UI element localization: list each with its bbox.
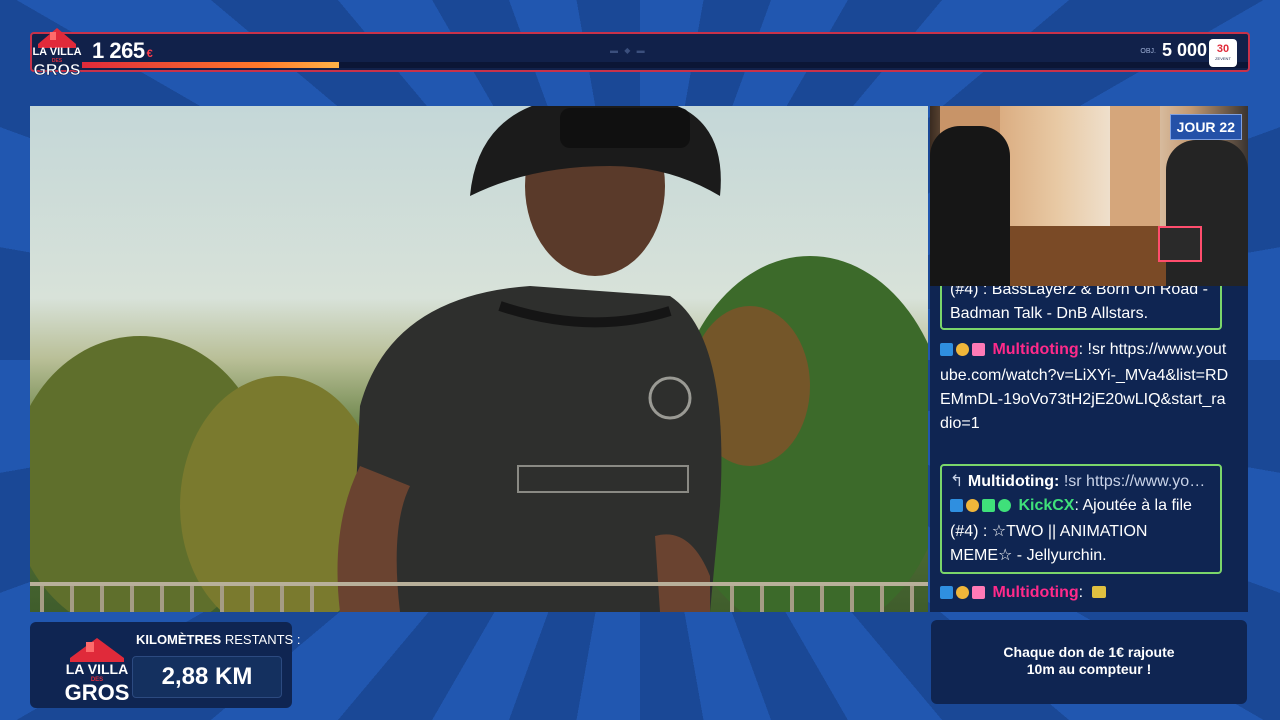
donation-info-panel: Chaque don de 1€ rajoute 10m au compteur… xyxy=(931,620,1247,704)
km-logo-line1: LA VILLA xyxy=(66,661,128,677)
badge-gift-icon xyxy=(972,343,985,356)
chat-message: Multidoting: !sr https://www.youtube.com… xyxy=(940,338,1230,436)
goal-value: 5 000 xyxy=(1161,40,1207,60)
badge-sub: ZEVENT xyxy=(1215,56,1231,61)
chat-separator: : xyxy=(1074,497,1079,514)
webcam-feed: JOUR 22 xyxy=(930,106,1248,286)
badge-gift-icon xyxy=(972,586,985,599)
amount-raised-currency: € xyxy=(146,48,153,60)
chat-message: KickCX: Ajoutée à la file (#4) : ☆TWO ||… xyxy=(950,494,1212,568)
top-logo-line3: GROS xyxy=(33,62,80,79)
amount-raised: 1 265 € xyxy=(92,38,153,64)
kilometers-label-bold: KILOMÈTRES xyxy=(136,632,222,647)
user-badges xyxy=(950,496,1014,520)
launchpad-device xyxy=(1158,226,1202,262)
amount-raised-value: 1 265 xyxy=(92,38,145,63)
badge-coin-icon xyxy=(966,499,979,512)
badge-coin-icon xyxy=(956,586,969,599)
kilometers-label: KILOMÈTRES RESTANTS : xyxy=(136,632,300,647)
donation-progress-bar xyxy=(82,62,1248,68)
person-silhouette-left xyxy=(930,126,1010,286)
donation-goal: OBJ.5 000€ xyxy=(1140,40,1214,61)
info-line-1: Chaque don de 1€ rajoute xyxy=(1003,644,1175,660)
main-video-feed xyxy=(30,106,928,612)
badge-arrow-icon xyxy=(940,343,953,356)
top-logo-line1: LA VILLA xyxy=(32,46,81,58)
chat-highlight-message-2: ↰ Multidoting: !sr https://www.yo… KickC… xyxy=(940,464,1222,574)
info-line-2: 10m au compteur ! xyxy=(1026,661,1152,677)
kilometers-value: 2,88 KM xyxy=(132,656,282,698)
chat-panel[interactable]: (#4) : BassLayer2 & Born On Road - Badma… xyxy=(930,286,1248,612)
person-figure xyxy=(337,106,722,612)
person-silhouette-right xyxy=(1166,140,1248,286)
curtain-right xyxy=(1110,106,1160,226)
chat-username[interactable]: Multidoting xyxy=(992,341,1078,358)
badge-gift-icon xyxy=(982,499,995,512)
chat-message-text: (#4) : BassLayer2 & Born On Road - Badma… xyxy=(950,286,1208,322)
chat-reply-context: ↰ Multidoting: !sr https://www.yo… xyxy=(950,470,1212,494)
chat-highlight-message-1: (#4) : BassLayer2 & Born On Road - Badma… xyxy=(940,286,1222,330)
chat-message: Multidoting: xyxy=(940,581,1230,607)
chat-username[interactable]: KickCX xyxy=(1018,497,1074,514)
center-ornament: ▬ ◆ ▬ xyxy=(610,46,647,55)
kilometers-panel: LA VILLA DES GROS KILOMÈTRES RESTANTS : … xyxy=(30,622,300,708)
reply-text: !sr https://www.yo… xyxy=(1063,473,1206,490)
badge-coin-icon xyxy=(956,343,969,356)
chat-separator: : xyxy=(1078,341,1084,358)
villa-des-gros-logo: LA VILLA DES GROS xyxy=(32,28,82,79)
user-badges xyxy=(940,340,988,364)
chat-username[interactable]: Multidoting xyxy=(992,584,1078,601)
goal-prefix: OBJ. xyxy=(1140,48,1156,55)
bridge-railing xyxy=(30,582,928,612)
user-badges xyxy=(940,583,988,607)
kilometers-label-rest: RESTANTS : xyxy=(221,632,301,647)
zevent-30-badge: 30 ZEVENT xyxy=(1209,39,1237,67)
day-counter-badge: JOUR 22 xyxy=(1169,114,1242,140)
reply-username: Multidoting: xyxy=(967,473,1060,490)
badge-number: 30 xyxy=(1216,43,1230,55)
reply-arrow-icon: ↰ xyxy=(950,473,964,490)
badge-arrow-icon xyxy=(940,586,953,599)
km-logo-line3: GROS xyxy=(65,680,130,704)
emote-icon xyxy=(1091,586,1106,598)
badge-gem-icon xyxy=(998,499,1011,512)
chat-separator: : xyxy=(1078,584,1084,601)
badge-arrow-icon xyxy=(950,499,963,512)
